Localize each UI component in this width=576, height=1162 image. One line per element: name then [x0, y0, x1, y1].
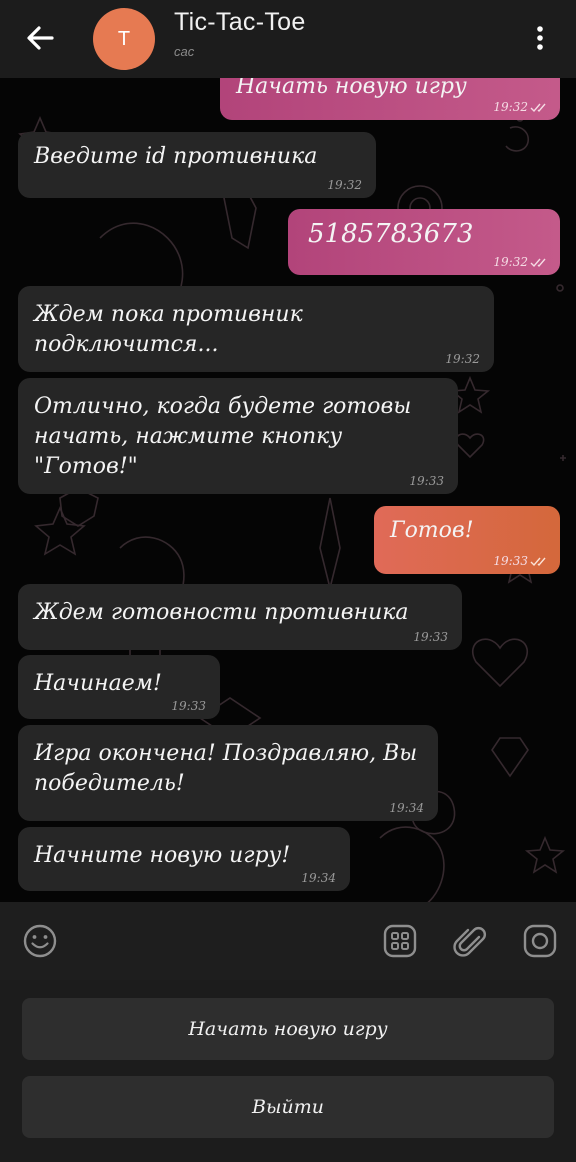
- message-incoming[interactable]: Отлично, когда будете готовы начать, наж…: [18, 378, 458, 494]
- avatar[interactable]: T: [93, 8, 155, 70]
- emoji-icon[interactable]: [20, 921, 60, 961]
- chat-subtitle: сас: [174, 44, 195, 59]
- message-outgoing[interactable]: Начать новую игру 19:32: [220, 78, 560, 120]
- message-text: Начинаем!: [34, 671, 162, 696]
- message-outgoing[interactable]: Готов! 19:33: [374, 506, 560, 574]
- camera-icon[interactable]: [520, 921, 560, 961]
- message-time: 19:32: [327, 178, 362, 192]
- more-vertical-icon[interactable]: [528, 22, 552, 54]
- message-incoming[interactable]: Ждем пока противник подключится... 19:32: [18, 286, 494, 372]
- paperclip-icon[interactable]: [450, 921, 490, 961]
- message-text: Начните новую игру!: [34, 843, 291, 868]
- chat-title[interactable]: Tic-Tac-Toe: [174, 8, 306, 37]
- message-time: 19:32: [493, 255, 528, 269]
- bot-keyboard: Начать новую игру Выйти: [0, 980, 576, 1162]
- message-text-line: победитель!: [34, 771, 185, 796]
- message-time: 19:33: [409, 474, 444, 488]
- message-time: 19:34: [301, 871, 336, 885]
- chat-header: T Tic-Tac-Toe сас: [0, 0, 576, 78]
- double-check-icon: [530, 258, 546, 268]
- message-list[interactable]: Начать новую игру 19:32 Введите id проти…: [0, 78, 576, 902]
- message-text: Ждем пока противник подключится...: [34, 302, 303, 357]
- message-text: Введите id противника: [34, 144, 318, 169]
- message-time: 19:33: [413, 630, 448, 644]
- message-time: 19:34: [389, 801, 424, 815]
- message-incoming[interactable]: Начните новую игру! 19:34: [18, 827, 350, 891]
- message-text: Готов!: [390, 518, 474, 543]
- message-time: 19:32: [445, 352, 480, 366]
- message-outgoing[interactable]: 5185783673 19:32: [288, 209, 560, 275]
- start-new-game-button[interactable]: Начать новую игру: [22, 998, 554, 1060]
- message-input-bar: [0, 902, 576, 980]
- exit-button[interactable]: Выйти: [22, 1076, 554, 1138]
- message-text: Начать новую игру: [236, 78, 467, 99]
- message-incoming[interactable]: Введите id противника 19:32: [18, 132, 376, 198]
- message-text-line: Игра окончена! Поздравляю, Вы: [34, 741, 418, 766]
- message-incoming[interactable]: Ждем готовности противника 19:33: [18, 584, 462, 650]
- message-time: 19:33: [171, 699, 206, 713]
- keyboard-grid-icon[interactable]: [380, 921, 420, 961]
- message-text-line: начать, нажмите кнопку "Готов!": [34, 424, 343, 479]
- message-text-line: Отлично, когда будете готовы: [34, 394, 412, 419]
- message-incoming[interactable]: Игра окончена! Поздравляю, Вы победитель…: [18, 725, 438, 821]
- message-time: 19:33: [493, 554, 528, 568]
- avatar-letter: T: [117, 27, 131, 50]
- double-check-icon: [530, 103, 546, 113]
- double-check-icon: [530, 557, 546, 567]
- arrow-left-icon[interactable]: [22, 22, 58, 54]
- message-incoming[interactable]: Начинаем! 19:33: [18, 655, 220, 719]
- message-text: Ждем готовности противника: [34, 600, 409, 625]
- message-time: 19:32: [493, 100, 528, 114]
- message-input[interactable]: [76, 924, 370, 960]
- message-text: 5185783673: [308, 219, 474, 249]
